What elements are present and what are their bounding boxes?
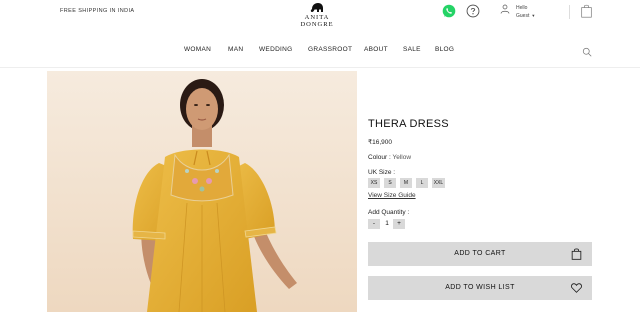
product-price: ₹16,900 — [368, 139, 393, 146]
shopping-bag-icon[interactable] — [581, 4, 592, 18]
size-option-xxl[interactable]: XXL — [432, 178, 445, 188]
help-icon[interactable] — [466, 4, 480, 18]
account-menu[interactable]: Guest ▼ — [516, 13, 535, 19]
colour-label: Colour — [368, 154, 388, 161]
add-to-cart-label: ADD TO CART — [454, 250, 506, 257]
size-option-s[interactable]: S — [384, 178, 396, 188]
main-navigation: WOMAN MAN WEDDING GRASSROOT ABOUT SALE B… — [0, 46, 640, 60]
size-option-l[interactable]: L — [416, 178, 428, 188]
whatsapp-icon[interactable] — [442, 4, 456, 18]
product-title: THERA DRESS — [368, 118, 449, 130]
size-option-xs[interactable]: XS — [368, 178, 380, 188]
size-guide-link[interactable]: View Size Guide — [368, 192, 416, 199]
shipping-banner: FREE SHIPPING IN INDIA — [60, 8, 135, 14]
quantity-decrease-button[interactable]: - — [368, 219, 380, 229]
product-image[interactable] — [47, 71, 357, 312]
quantity-increase-button[interactable]: + — [393, 219, 405, 229]
brand-name: ANITA DONGRE — [300, 14, 334, 28]
nav-item-blog[interactable]: BLOG — [435, 46, 454, 53]
elephant-logo-icon — [310, 3, 323, 12]
chevron-down-icon: ▼ — [531, 13, 536, 18]
nav-item-woman[interactable]: WOMAN — [184, 46, 211, 53]
user-icon[interactable] — [500, 4, 510, 14]
user-greeting: Hello — [516, 5, 528, 11]
model-photo — [47, 71, 357, 312]
size-option-m[interactable]: M — [400, 178, 412, 188]
nav-item-wedding[interactable]: WEDDING — [259, 46, 293, 53]
nav-item-sale[interactable]: SALE — [403, 46, 421, 53]
shopping-bag-icon — [571, 248, 582, 260]
user-name: Guest — [516, 13, 530, 19]
size-label: UK Size : — [368, 169, 396, 176]
add-to-wishlist-label: ADD TO WISH LIST — [445, 284, 515, 291]
colour-row: Colour : Yellow — [368, 154, 412, 161]
quantity-value[interactable]: 1 — [383, 219, 391, 229]
heart-icon — [571, 283, 582, 293]
add-to-wishlist-button[interactable]: ADD TO WISH LIST — [368, 276, 592, 300]
divider — [569, 5, 570, 19]
nav-item-grassroot[interactable]: GRASSROOT — [308, 46, 352, 53]
top-bar: FREE SHIPPING IN INDIA ANITA DONGRE Hell… — [0, 0, 640, 32]
nav-item-man[interactable]: MAN — [228, 46, 243, 53]
add-to-cart-button[interactable]: ADD TO CART — [368, 242, 592, 266]
header-divider — [0, 67, 640, 68]
colour-value: Yellow — [392, 154, 412, 161]
search-icon[interactable] — [582, 47, 592, 57]
brand-logo[interactable]: ANITA DONGRE — [287, 2, 347, 28]
nav-item-about[interactable]: ABOUT — [364, 46, 388, 53]
quantity-label: Add Quantity : — [368, 209, 410, 216]
